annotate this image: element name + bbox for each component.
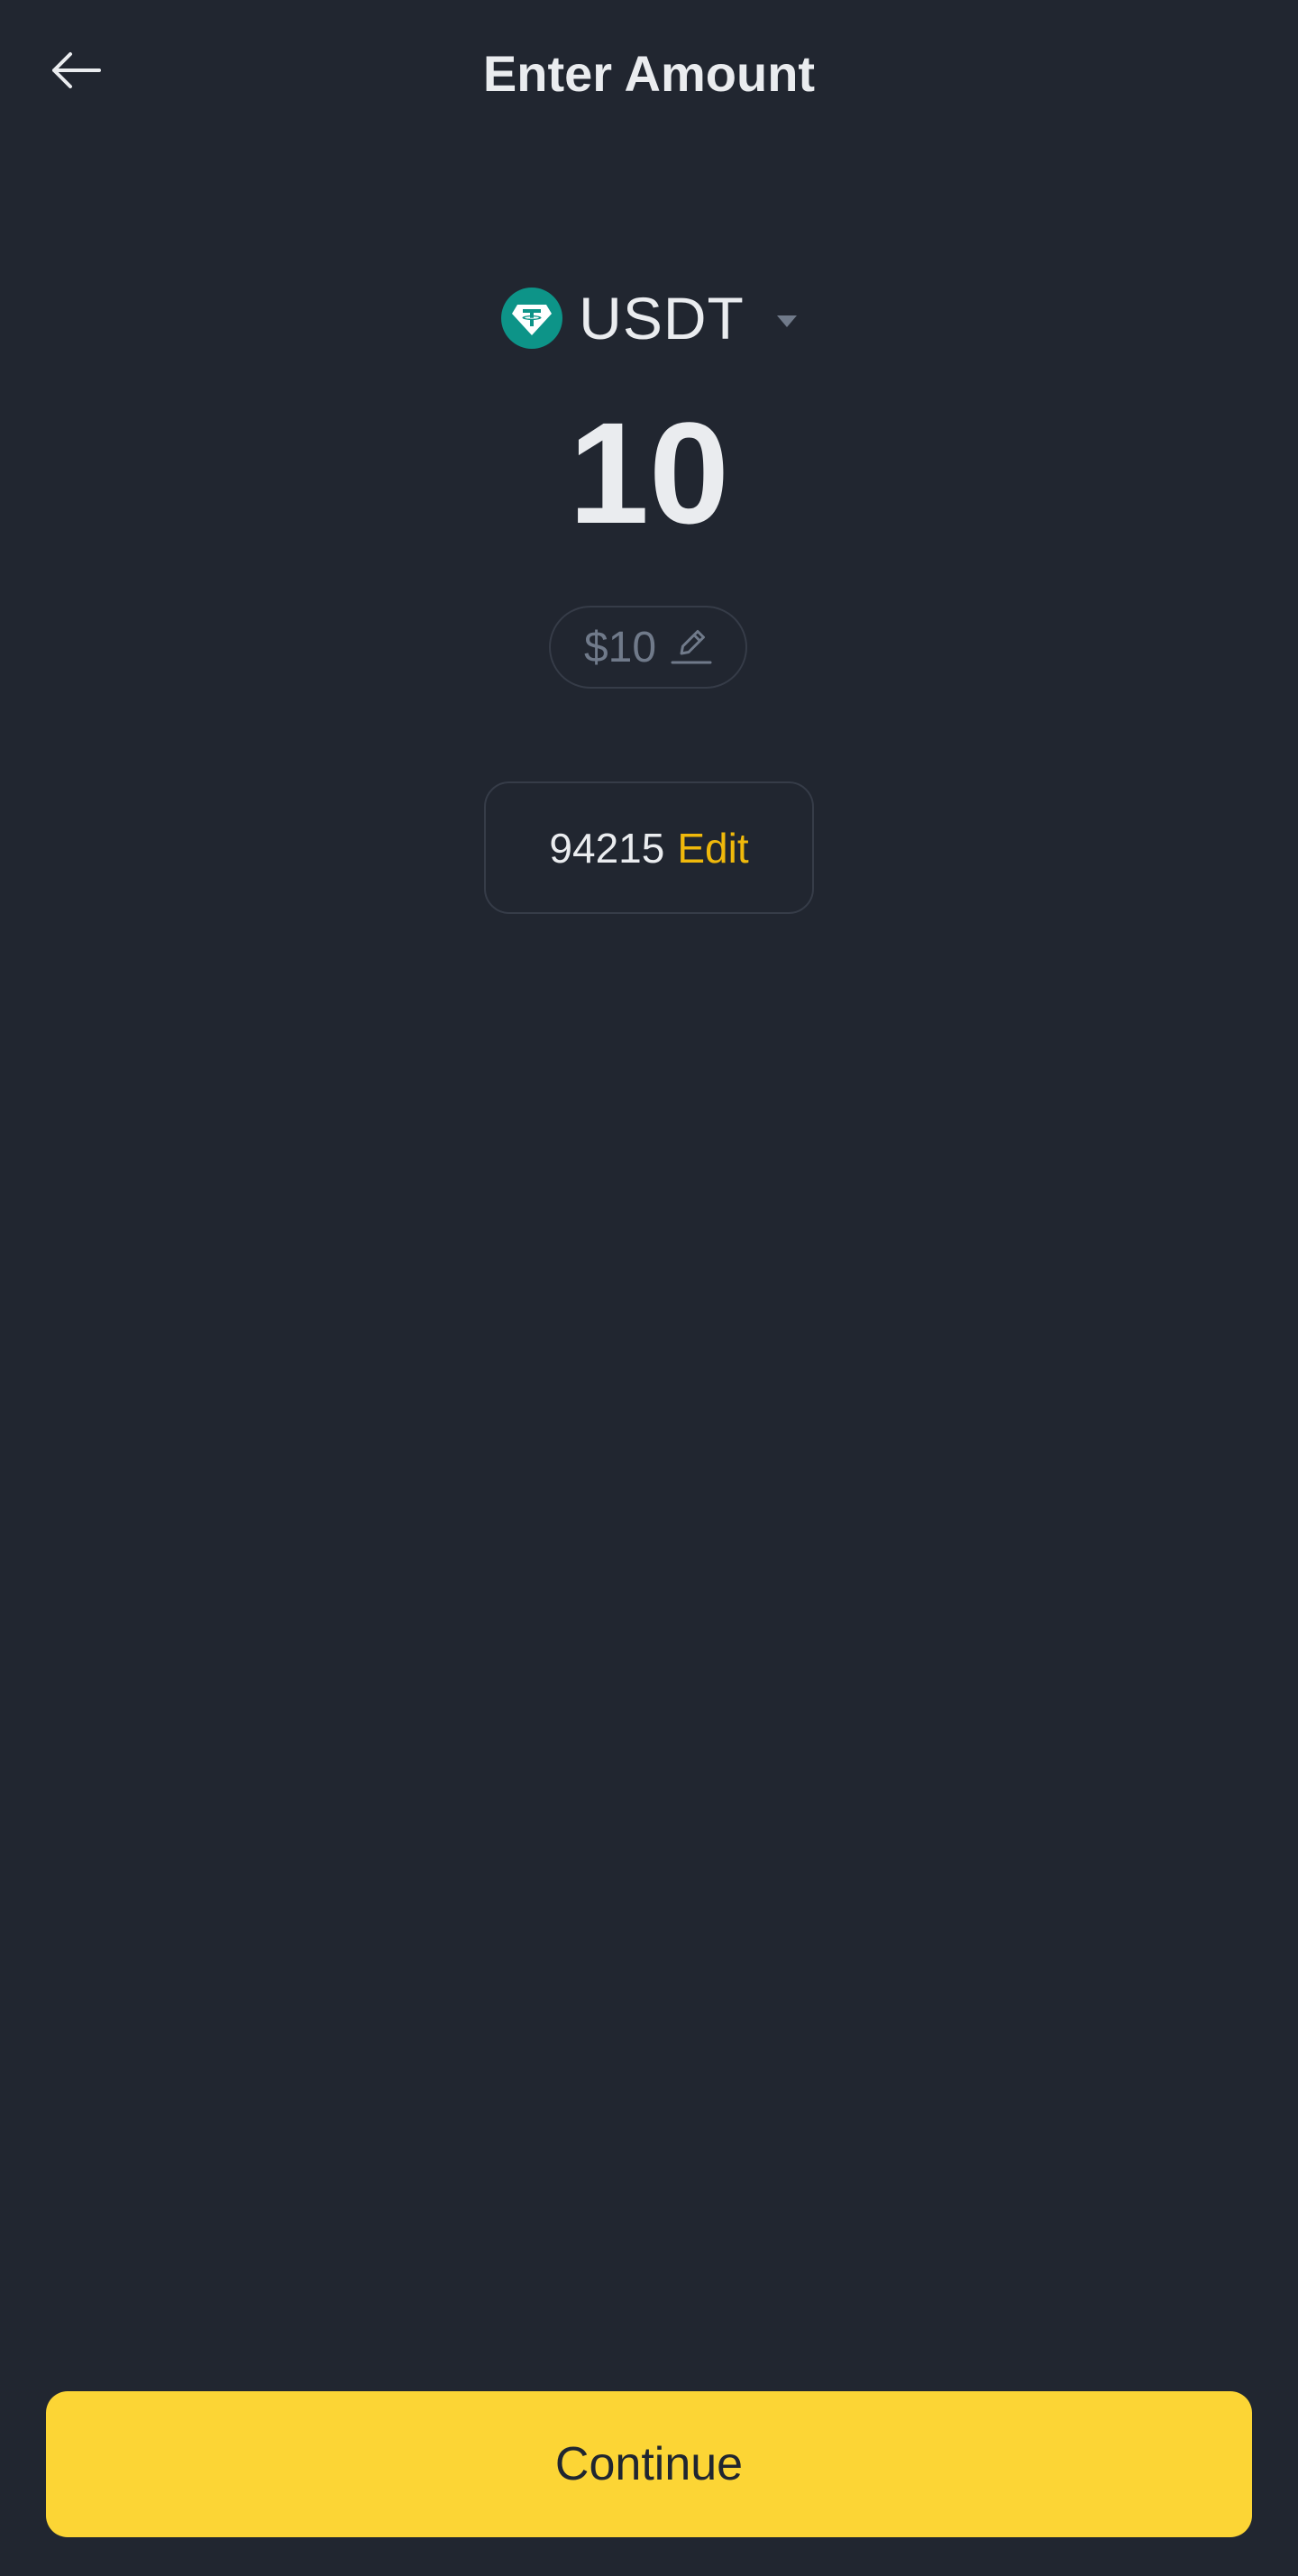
fiat-amount: $10	[583, 623, 657, 671]
note-edit-link[interactable]: Edit	[677, 824, 748, 872]
fiat-amount-pill[interactable]: $10	[549, 606, 747, 689]
continue-button[interactable]: Continue	[46, 2391, 1252, 2537]
amount-display[interactable]: 10	[0, 397, 1298, 550]
page-title: Enter Amount	[482, 45, 816, 102]
header: Enter Amount	[0, 0, 1298, 149]
chevron-down-icon	[776, 315, 797, 327]
coin-selector[interactable]: USDT	[0, 278, 1298, 359]
coin-symbol: USDT	[579, 285, 745, 352]
note-box: 94215 Edit	[484, 781, 814, 914]
tether-icon	[501, 288, 563, 349]
pencil-icon	[671, 625, 712, 671]
note-value: 94215	[549, 824, 665, 872]
